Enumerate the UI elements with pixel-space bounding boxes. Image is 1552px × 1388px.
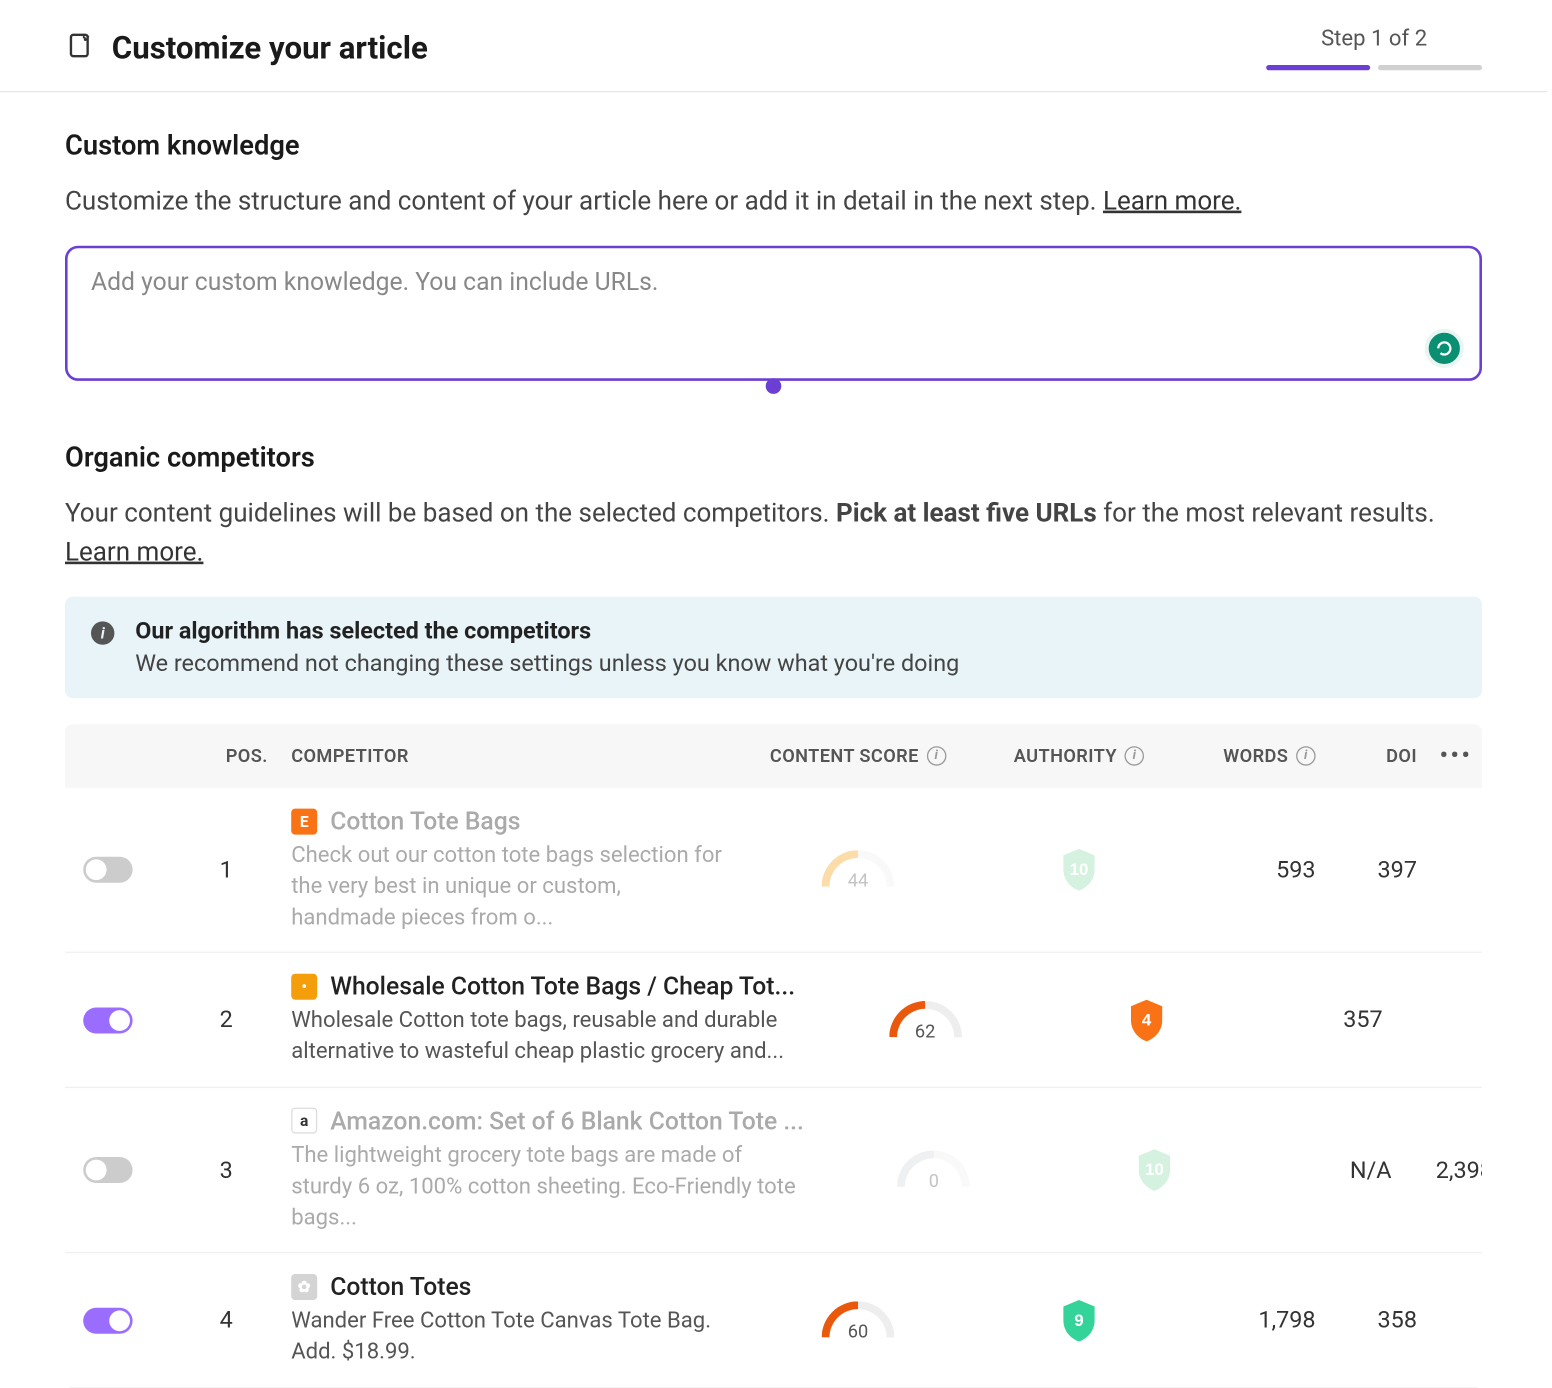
enable-toggle[interactable] bbox=[83, 857, 132, 883]
competitor-title: Cotton Tote Bags bbox=[330, 806, 520, 836]
authority-cell: 9 bbox=[988, 1297, 1170, 1344]
info-icon[interactable]: i bbox=[927, 746, 947, 766]
table-row: 4 ✿ Cotton Totes Wander Free Cotton Tote… bbox=[65, 1254, 1482, 1388]
banner-title: Our algorithm has selected the competito… bbox=[135, 618, 959, 645]
step-progress bbox=[1266, 65, 1482, 70]
table-row: 1 E Cotton Tote Bags Check out our cotto… bbox=[65, 788, 1482, 954]
step-bar-1 bbox=[1266, 65, 1370, 70]
shield-icon: 9 bbox=[1058, 1297, 1100, 1344]
page-title: Customize your article bbox=[112, 30, 428, 66]
competitors-table: POS. COMPETITOR CONTENT SCORE i AUTHORIT… bbox=[65, 724, 1482, 1388]
competitor-title: Amazon.com: Set of 6 Blank Cotton Tote .… bbox=[330, 1106, 804, 1136]
table-row: 3 a Amazon.com: Set of 6 Blank Cotton To… bbox=[65, 1088, 1482, 1254]
organic-desc: Your content guidelines will be based on… bbox=[65, 493, 1482, 571]
svg-text:10: 10 bbox=[1070, 860, 1089, 879]
gauge-icon: 60 bbox=[822, 1301, 895, 1340]
more-options-button[interactable]: ••• bbox=[1430, 742, 1482, 769]
enable-toggle[interactable] bbox=[83, 1007, 132, 1033]
competitor-cell[interactable]: ✿ Cotton Totes Wander Free Cotton Tote C… bbox=[291, 1272, 728, 1369]
gauge-icon: 44 bbox=[822, 850, 895, 889]
custom-knowledge-title: Custom knowledge bbox=[65, 131, 1482, 162]
shield-icon: 10 bbox=[1058, 847, 1100, 894]
favicon-icon: • bbox=[291, 974, 317, 1000]
words-cell: 357 bbox=[1250, 1006, 1393, 1033]
position-cell: 3 bbox=[174, 1157, 278, 1184]
resize-handle-icon[interactable] bbox=[766, 378, 782, 394]
shield-icon: 4 bbox=[1125, 997, 1167, 1044]
organic-title: Organic competitors bbox=[65, 443, 1482, 474]
doi-cell: 397 bbox=[1339, 856, 1417, 883]
custom-knowledge-section: Custom knowledge Customize the structure… bbox=[65, 131, 1482, 386]
column-content-score[interactable]: CONTENT SCORE i bbox=[741, 746, 975, 767]
step-bar-2 bbox=[1378, 65, 1482, 70]
competitor-title: Cotton Totes bbox=[330, 1272, 471, 1302]
info-icon: i bbox=[91, 621, 114, 644]
competitor-description: Check out our cotton tote bags selection… bbox=[291, 841, 728, 934]
gauge-icon: 62 bbox=[889, 1001, 962, 1040]
authority-cell: 4 bbox=[1055, 997, 1237, 1044]
position-cell: 4 bbox=[174, 1307, 278, 1334]
words-cell: N/A bbox=[1259, 1157, 1402, 1184]
grammar-check-button[interactable] bbox=[1425, 329, 1464, 368]
authority-cell: 10 bbox=[988, 847, 1170, 894]
svg-text:10: 10 bbox=[1146, 1160, 1165, 1179]
enable-toggle[interactable] bbox=[83, 1307, 132, 1333]
content-score-cell: 62 bbox=[808, 1001, 1042, 1040]
content-score-cell: 60 bbox=[741, 1301, 975, 1340]
words-cell: 1,798 bbox=[1183, 1307, 1326, 1334]
words-cell: 593 bbox=[1183, 856, 1326, 883]
competitor-cell[interactable]: a Amazon.com: Set of 6 Blank Cotton Tote… bbox=[291, 1106, 804, 1234]
competitor-title: Wholesale Cotton Tote Bags / Cheap Tot..… bbox=[330, 972, 795, 1002]
shield-icon: 10 bbox=[1134, 1147, 1176, 1194]
content-score-cell: 0 bbox=[817, 1151, 1051, 1190]
competitor-description: Wander Free Cotton Tote Canvas Tote Bag.… bbox=[291, 1307, 728, 1369]
enable-toggle[interactable] bbox=[83, 1157, 132, 1183]
banner-subtitle: We recommend not changing these settings… bbox=[135, 650, 959, 677]
column-competitor: COMPETITOR bbox=[291, 746, 728, 767]
competitor-description: Wholesale Cotton tote bags, reusable and… bbox=[291, 1007, 795, 1069]
svg-text:4: 4 bbox=[1141, 1010, 1151, 1029]
algorithm-info-banner: i Our algorithm has selected the competi… bbox=[65, 597, 1482, 698]
step-indicator: Step 1 of 2 bbox=[1321, 26, 1427, 52]
favicon-icon: a bbox=[291, 1108, 317, 1134]
doi-cell: 2,398 bbox=[1415, 1157, 1482, 1184]
page-header: Customize your article Step 1 of 2 bbox=[0, 0, 1547, 92]
authority-cell: 10 bbox=[1064, 1147, 1246, 1194]
competitor-cell[interactable]: E Cotton Tote Bags Check out our cotton … bbox=[291, 806, 728, 934]
column-words[interactable]: WORDS i bbox=[1183, 746, 1326, 767]
table-row: 2 • Wholesale Cotton Tote Bags / Cheap T… bbox=[65, 953, 1482, 1088]
sparkle-document-icon bbox=[65, 31, 94, 65]
organic-competitors-section: Organic competitors Your content guideli… bbox=[65, 443, 1482, 1388]
info-icon[interactable]: i bbox=[1125, 746, 1145, 766]
table-header: POS. COMPETITOR CONTENT SCORE i AUTHORIT… bbox=[65, 724, 1482, 788]
gauge-icon: 0 bbox=[898, 1151, 971, 1190]
column-pos: POS. bbox=[174, 746, 278, 767]
position-cell: 2 bbox=[174, 1006, 278, 1033]
learn-more-link[interactable]: Learn more. bbox=[65, 536, 203, 567]
content-score-cell: 44 bbox=[741, 850, 975, 889]
doi-cell: 358 bbox=[1339, 1307, 1417, 1334]
learn-more-link[interactable]: Learn more. bbox=[1103, 185, 1241, 216]
favicon-icon: E bbox=[291, 808, 317, 834]
custom-knowledge-desc: Customize the structure and content of y… bbox=[65, 181, 1482, 220]
info-icon[interactable]: i bbox=[1296, 746, 1316, 766]
competitor-description: The lightweight grocery tote bags are ma… bbox=[291, 1141, 804, 1234]
custom-knowledge-input[interactable] bbox=[65, 246, 1482, 381]
position-cell: 1 bbox=[174, 856, 278, 883]
competitor-cell[interactable]: • Wholesale Cotton Tote Bags / Cheap Tot… bbox=[291, 972, 795, 1069]
svg-text:9: 9 bbox=[1074, 1311, 1083, 1330]
favicon-icon: ✿ bbox=[291, 1274, 317, 1300]
column-authority[interactable]: AUTHORITY i bbox=[988, 746, 1170, 767]
column-doi[interactable]: DOI bbox=[1339, 746, 1417, 767]
